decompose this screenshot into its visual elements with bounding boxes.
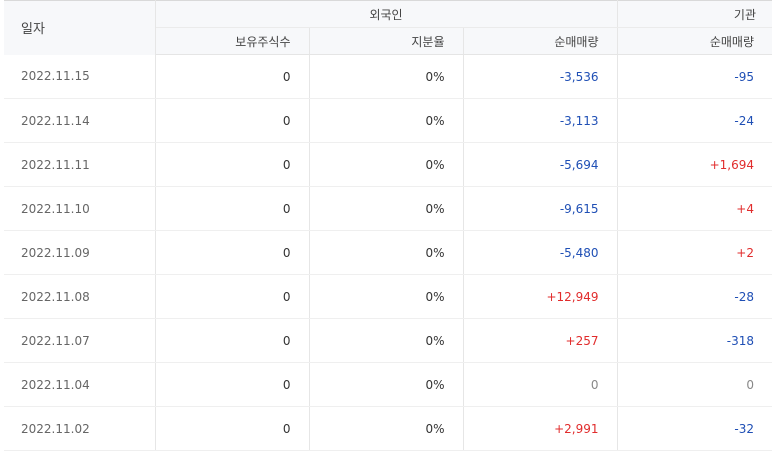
date-cell: 2022.11.04 [4,362,156,407]
institution-net-cell: -318 [617,318,772,363]
date-cell: 2022.11.11 [4,142,156,187]
institution-net-cell: +2 [617,230,772,275]
table-row: 2022.11.14 0 0% -3,113 -24 [4,98,772,143]
foreign-net-cell: +257 [463,318,618,363]
foreign-net-cell: -3,113 [463,98,618,143]
share-ratio-cell: 0% [309,406,464,451]
holdings-cell: 0 [155,230,310,275]
institution-net-cell: +4 [617,186,772,231]
table-row: 2022.11.08 0 0% +12,949 -28 [4,274,772,319]
share-ratio-cell: 0% [309,230,464,275]
institution-net-cell: +1,694 [617,142,772,187]
foreign-net-cell: -3,536 [463,54,618,99]
table-row: 2022.11.10 0 0% -9,615 +4 [4,186,772,231]
table-header: 일자 외국인 기관 보유주식수 지분율 순매매량 순매매량 [4,0,772,55]
date-cell: 2022.11.10 [4,186,156,231]
holdings-cell: 0 [155,98,310,143]
share-ratio-cell: 0% [309,186,464,231]
share-ratio-cell: 0% [309,142,464,187]
investor-trend-panel: 일자 외국인 기관 보유주식수 지분율 순매매량 순매매량 2022.11.15… [0,0,778,451]
header-group-row: 일자 외국인 기관 [4,0,772,55]
holdings-cell: 0 [155,142,310,187]
share-ratio-cell: 0% [309,362,464,407]
foreign-net-cell: -5,480 [463,230,618,275]
institution-net-cell: -24 [617,98,772,143]
foreign-net-cell: 0 [463,362,618,407]
share-ratio-cell: 0% [309,54,464,99]
date-cell: 2022.11.07 [4,318,156,363]
holdings-cell: 0 [155,186,310,231]
foreign-net-cell: -5,694 [463,142,618,187]
share-ratio-cell: 0% [309,318,464,363]
table-row: 2022.11.15 0 0% -3,536 -95 [4,54,772,99]
holdings-cell: 0 [155,362,310,407]
table-body: 2022.11.15 0 0% -3,536 -95 2022.11.14 0 0% -3,11… [4,54,772,451]
table-row: 2022.11.07 0 0% +257 -318 [4,318,772,363]
institution-net-column-header: 순매매량 [617,27,772,55]
share-ratio-cell: 0% [309,98,464,143]
foreign-group-header: 외국인 [155,0,618,28]
foreign-net-cell: +2,991 [463,406,618,451]
institution-group-header: 기관 [617,0,772,28]
holdings-cell: 0 [155,318,310,363]
foreign-net-cell: -9,615 [463,186,618,231]
table-row: 2022.11.09 0 0% -5,480 +2 [4,230,772,275]
date-cell: 2022.11.02 [4,406,156,451]
investor-trend-table: 일자 외국인 기관 보유주식수 지분율 순매매량 순매매량 2022.11.15… [4,0,772,451]
table-row: 2022.11.02 0 0% +2,991 -32 [4,406,772,451]
date-column-header: 일자 [4,0,156,55]
holdings-cell: 0 [155,406,310,451]
institution-net-cell: -32 [617,406,772,451]
table-row: 2022.11.11 0 0% -5,694 +1,694 [4,142,772,187]
institution-net-cell: 0 [617,362,772,407]
date-cell: 2022.11.14 [4,98,156,143]
table-row: 2022.11.04 0 0% 0 0 [4,362,772,407]
date-cell: 2022.11.08 [4,274,156,319]
holdings-cell: 0 [155,274,310,319]
date-cell: 2022.11.15 [4,54,156,99]
institution-net-cell: -28 [617,274,772,319]
foreign-net-column-header: 순매매량 [463,27,618,55]
share-ratio-cell: 0% [309,274,464,319]
foreign-net-cell: +12,949 [463,274,618,319]
holdings-column-header: 보유주식수 [155,27,310,55]
share-ratio-column-header: 지분율 [309,27,464,55]
date-cell: 2022.11.09 [4,230,156,275]
institution-net-cell: -95 [617,54,772,99]
holdings-cell: 0 [155,54,310,99]
